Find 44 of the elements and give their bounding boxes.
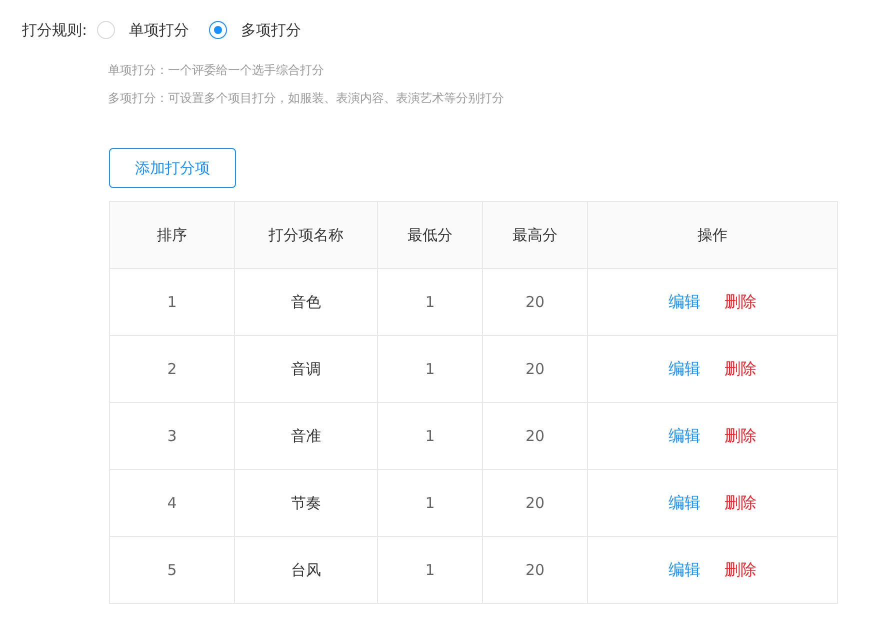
- edit-link[interactable]: 编辑: [668, 560, 700, 580]
- radio-option[interactable]: 单项打分: [97, 20, 190, 40]
- column-header: 排序: [110, 202, 234, 268]
- table-cell: 1: [378, 536, 482, 604]
- field-label: 打分规则:: [22, 20, 88, 40]
- delete-link[interactable]: 删除: [724, 560, 756, 580]
- add-button[interactable]: 添加打分项: [109, 148, 236, 188]
- table-cell: 1: [378, 268, 482, 336]
- delete-link[interactable]: 删除: [724, 292, 756, 312]
- column-header: 打分项名称: [234, 202, 378, 268]
- table-cell: 1: [378, 470, 482, 536]
- table-cell: 20: [482, 268, 588, 336]
- table-cell: 音调: [234, 336, 378, 402]
- table-cell: 1: [378, 336, 482, 402]
- edit-link[interactable]: 编辑: [668, 426, 700, 446]
- delete-link[interactable]: 删除: [724, 492, 756, 514]
- table-cell: 台风: [234, 536, 378, 604]
- radio-icon[interactable]: [209, 21, 228, 39]
- table-cell: 1: [378, 402, 482, 470]
- hint-text: 单项打分：一个评委给一个选手综合打分: [108, 62, 325, 79]
- radio-label: 单项打分: [129, 20, 190, 40]
- column-header: 最高分: [482, 202, 588, 268]
- table-cell: 音色: [234, 268, 378, 336]
- edit-link[interactable]: 编辑: [668, 292, 700, 312]
- column-header: 操作: [588, 202, 838, 268]
- table-cell: 音准: [234, 402, 378, 470]
- edit-link[interactable]: 编辑: [668, 492, 700, 514]
- table-cell: 4: [110, 470, 234, 536]
- column-header: 最低分: [378, 202, 482, 268]
- edit-link[interactable]: 编辑: [668, 358, 700, 380]
- hint-text: 多项打分：可设置多个项目打分，如服装、表演内容、表演艺术等分别打分: [108, 90, 505, 107]
- radio-label: 多项打分: [241, 20, 302, 40]
- table-cell: 节奏: [234, 470, 378, 536]
- table-cell: 20: [482, 536, 588, 604]
- table-cell: 20: [482, 402, 588, 470]
- table-cell: 20: [482, 336, 588, 402]
- table-cell: 1: [110, 268, 234, 336]
- delete-link[interactable]: 删除: [724, 358, 756, 380]
- radio-option[interactable]: 多项打分: [209, 20, 302, 40]
- table-cell: 5: [110, 536, 234, 604]
- table-cell: 2: [110, 336, 234, 402]
- table-cell: 3: [110, 402, 234, 470]
- delete-link[interactable]: 删除: [724, 426, 756, 446]
- table-cell: 20: [482, 470, 588, 536]
